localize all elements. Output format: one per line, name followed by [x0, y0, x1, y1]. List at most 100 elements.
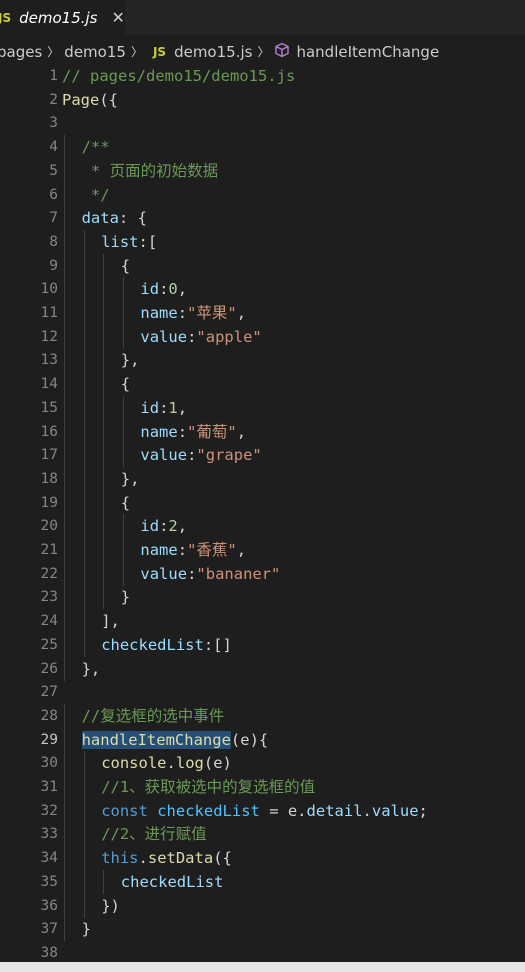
- code-text: name:"葡萄",: [140, 420, 246, 444]
- line-number: 4: [49, 139, 58, 156]
- indent-guide: [64, 158, 65, 183]
- code-line[interactable]: 17 value:"grape": [0, 443, 525, 468]
- code-token: detail: [306, 801, 363, 820]
- code-line[interactable]: 29 handleItemChange(e){: [0, 727, 525, 752]
- code-line[interactable]: 33 //2、进行赋值: [0, 822, 525, 847]
- indent-guide: [83, 229, 85, 254]
- code-editor[interactable]: 1// pages/demo15/demo15.js 2 Page({3 4/** 5 …: [0, 66, 525, 972]
- indent-guide: [64, 893, 65, 918]
- indent-guide: [83, 632, 85, 657]
- indent-guide: [122, 443, 124, 468]
- code-token: 1: [168, 398, 178, 417]
- breadcrumb-item-symbol[interactable]: handleItemChange: [296, 43, 439, 61]
- code-text: {: [121, 491, 130, 515]
- chevron-right-icon: 〉: [257, 45, 270, 59]
- js-file-icon: JS: [152, 44, 167, 59]
- code-line[interactable]: 3: [0, 111, 525, 135]
- code-token: :[: [138, 232, 158, 251]
- breadcrumb-item-demo15[interactable]: demo15: [64, 43, 126, 61]
- code-line[interactable]: 37}: [0, 917, 525, 942]
- indent-guide: [83, 443, 85, 468]
- code-text: this.setData({: [101, 846, 232, 870]
- breadcrumb-item-pages[interactable]: pages: [0, 43, 42, 61]
- indent-guide: [64, 395, 65, 420]
- code-line[interactable]: 24],: [0, 609, 525, 634]
- code-line[interactable]: 23}: [0, 585, 525, 610]
- code-line[interactable]: 5 * 页面的初始数据: [0, 158, 525, 183]
- code-token: },: [81, 659, 101, 678]
- code-line[interactable]: 14 {: [0, 372, 525, 397]
- code-token: }: [81, 920, 91, 939]
- line-number: 27: [40, 684, 58, 701]
- code-line[interactable]: 12 value:"apple": [0, 324, 525, 349]
- code-token: 2: [168, 517, 178, 536]
- code-line[interactable]: 2 Page({: [0, 88, 525, 112]
- code-line[interactable]: 35 checkedList: [0, 869, 525, 894]
- code-line[interactable]: 36}): [0, 893, 525, 918]
- code-token: ,: [236, 304, 247, 322]
- code-line[interactable]: 19 {: [0, 490, 525, 515]
- code-line[interactable]: 20 id:2,: [0, 514, 525, 539]
- code-text: list:[: [101, 230, 157, 254]
- indent-guide: [64, 798, 65, 823]
- code-text: },: [121, 348, 140, 372]
- code-line[interactable]: 21 name:"香蕉",: [0, 538, 525, 562]
- indent-guide: [122, 538, 124, 562]
- code-token: :: [177, 304, 188, 322]
- code-line[interactable]: 8 list:[: [0, 229, 525, 254]
- code-text: }): [101, 894, 120, 918]
- breadcrumb-item-file[interactable]: demo15.js: [174, 43, 252, 61]
- code-token: /**: [81, 138, 110, 157]
- code-line[interactable]: 9{: [0, 253, 525, 278]
- code-line[interactable]: 16 name:"葡萄",: [0, 419, 525, 444]
- code-line[interactable]: 18},: [0, 466, 525, 491]
- code-token: 0: [168, 280, 178, 299]
- code-line[interactable]: 7 data: {: [0, 206, 525, 231]
- indent-guide: [64, 585, 65, 610]
- code-line[interactable]: 15 id:1,: [0, 395, 525, 420]
- code-text: value:"grape": [140, 443, 261, 467]
- code-token: value: [140, 327, 188, 346]
- code-token: ],: [101, 612, 120, 631]
- code-line[interactable]: 32 const checkedList = e.detail.value;: [0, 798, 525, 823]
- indent-guide: [122, 324, 124, 349]
- code-token: "bananer": [196, 564, 281, 583]
- line-number: 15: [40, 399, 58, 416]
- indent-guide: [64, 727, 65, 752]
- method-cube-icon: [274, 42, 290, 62]
- code-line[interactable]: 30 console.log(e): [0, 751, 525, 776]
- indent-guide: [64, 206, 65, 231]
- code-token: :: [187, 327, 197, 346]
- code-line[interactable]: 26},: [0, 656, 525, 681]
- tab-demo15-js[interactable]: JS demo15.js ✕: [0, 0, 125, 35]
- code-token: ;: [418, 801, 428, 820]
- horizontal-scrollbar[interactable]: [0, 962, 525, 972]
- code-token: checkedList: [157, 801, 260, 820]
- code-token: .: [166, 754, 176, 773]
- line-number: 5: [49, 162, 58, 179]
- code-text: id:0,: [140, 277, 187, 301]
- code-line[interactable]: 22 value:"bananer": [0, 561, 525, 586]
- indent-guide: [64, 277, 65, 302]
- line-number: 30: [40, 755, 58, 772]
- code-text: },: [121, 467, 140, 491]
- close-icon[interactable]: ✕: [112, 8, 125, 27]
- code-line[interactable]: 28 //复选框的选中事件: [0, 703, 525, 728]
- tab-filename: demo15.js: [19, 8, 98, 27]
- indent-guide: [64, 656, 65, 681]
- code-line[interactable]: 34 this.setData({: [0, 846, 525, 871]
- code-line[interactable]: 11 name:"苹果",: [0, 301, 525, 325]
- code-token: :: [177, 541, 188, 559]
- line-number: 34: [40, 850, 58, 867]
- code-line[interactable]: 13},: [0, 348, 525, 373]
- indent-guide: [83, 585, 85, 610]
- code-line[interactable]: 25 checkedList:[]: [0, 632, 525, 657]
- code-line[interactable]: 1// pages/demo15/demo15.js: [0, 64, 525, 88]
- code-line[interactable]: 31 //1、获取被选中的复选框的值: [0, 775, 525, 799]
- code-line[interactable]: 10 id:0,: [0, 277, 525, 302]
- code-line[interactable]: 6 */: [0, 182, 525, 207]
- code-line[interactable]: 27: [0, 680, 525, 704]
- code-line[interactable]: 4 /**: [0, 135, 525, 160]
- code-token: "葡萄": [187, 422, 237, 441]
